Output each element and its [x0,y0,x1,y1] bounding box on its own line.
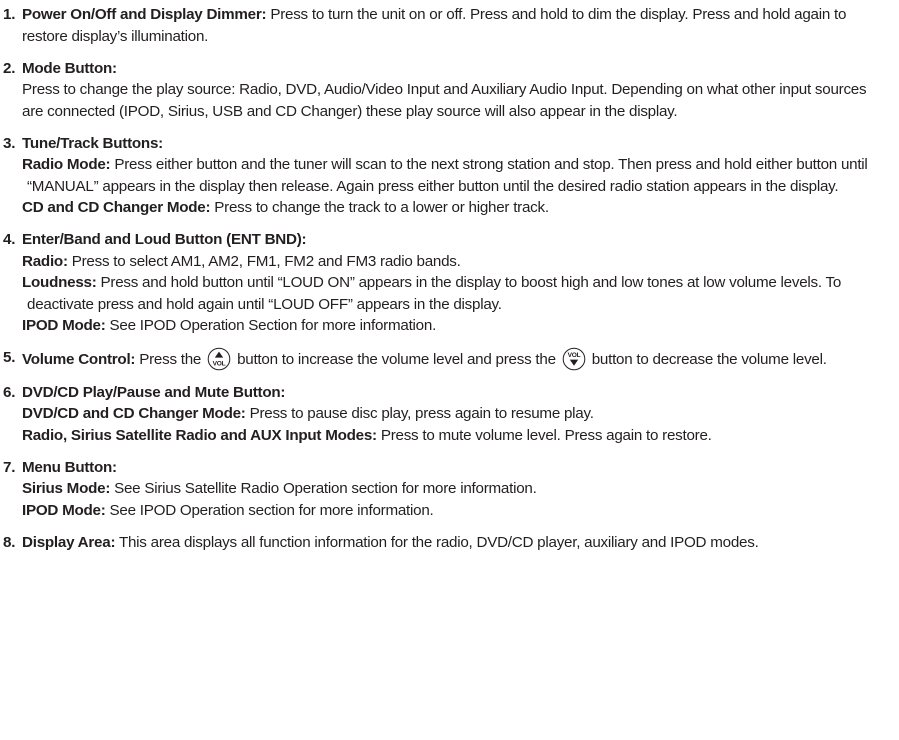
item-number: 2. [3,59,16,77]
sub-paragraph: IPOD Mode: See IPOD Operation section fo… [22,500,883,522]
sub-text: Press to select AM1, AM2, FM1, FM2 and F… [67,252,461,270]
item-title: Power On/Off and Display Dimmer: [22,6,267,23]
volume-down-icon: VOL [562,347,586,371]
sub-paragraph: Sirius Mode: See Sirius Satellite Radio … [22,478,883,500]
sub-text: Press and hold button until “LOUD ON” ap… [27,274,842,313]
list-item: 2. Mode Button: Press to change the play… [3,58,883,123]
item-text: Press the [135,351,206,368]
item-number: 1. [3,6,16,23]
item-text: button to decrease the volume level. [587,351,827,368]
sub-paragraph: Radio Mode: Press either button and the … [22,154,883,197]
item-title: Enter/Band and Loud Button (ENT BND): [22,231,307,248]
sub-text: See IPOD Operation Section for more info… [105,317,437,334]
item-title: Display Area: [22,533,116,551]
vol-label: VOL [567,352,580,359]
item-body: Display Area: This area displays all fun… [22,532,883,554]
sub-text: Press to pause disc play, press again to… [245,405,594,422]
item-text: Press to change the play source: Radio, … [22,81,867,120]
sub-label: IPOD Mode: [22,317,106,334]
manual-page: 1. Power On/Off and Display Dimmer: Pres… [0,0,883,553]
item-title: Tune/Track Buttons: [22,134,163,152]
item-title: Menu Button: [22,458,117,476]
sub-label: Radio, Sirius Satellite Radio and AUX In… [22,426,377,444]
item-number: 8. [3,533,16,551]
list-item: 3. Tune/Track Buttons: Radio Mode: Press… [3,133,883,219]
item-body: Menu Button: Sirius Mode: See Sirius Sat… [22,457,883,522]
sub-text: Press to mute volume level. Press again … [376,426,712,444]
sub-paragraph: Radio, Sirius Satellite Radio and AUX In… [22,425,883,447]
item-text: This area displays all function informat… [115,533,759,551]
sub-label: CD and CD Changer Mode: [22,199,211,216]
item-number: 5. [3,349,16,366]
sub-paragraph: IPOD Mode: See IPOD Operation Section fo… [22,315,883,337]
list-item: 1. Power On/Off and Display Dimmer: Pres… [3,4,883,47]
list-item: 8. Display Area: This area displays all … [3,532,883,554]
sub-label: Radio Mode: [22,156,111,173]
sub-paragraph: DVD/CD and CD Changer Mode: Press to pau… [22,403,883,425]
item-body: Power On/Off and Display Dimmer: Press t… [22,4,883,47]
volume-up-icon: VOL [207,347,231,371]
sub-text: Press to change the track to a lower or … [210,199,549,216]
item-body: Tune/Track Buttons: Radio Mode: Press ei… [22,133,883,219]
item-body: Mode Button: Press to change the play so… [22,58,883,123]
item-number: 3. [3,134,16,152]
sub-text: Press either button and the tuner will s… [27,156,868,195]
sub-label: DVD/CD and CD Changer Mode: [22,405,246,422]
list-item: 4. Enter/Band and Loud Button (ENT BND):… [3,229,883,337]
sub-label: Loudness: [22,274,97,291]
list-item: 7. Menu Button: Sirius Mode: See Sirius … [3,457,883,522]
sub-label: Radio: [22,252,68,270]
sub-label: Sirius Mode: [22,480,111,497]
item-title: DVD/CD Play/Pause and Mute Button: [22,383,286,401]
item-text: button to increase the volume level and … [233,351,560,368]
sub-paragraph: CD and CD Changer Mode: Press to change … [22,197,883,219]
item-body: DVD/CD Play/Pause and Mute Button: DVD/C… [22,382,883,447]
sub-text: See IPOD Operation section for more info… [105,501,434,519]
sub-paragraph: Radio: Press to select AM1, AM2, FM1, FM… [22,251,883,273]
sub-paragraph: Loudness: Press and hold button until “L… [22,272,883,315]
sub-label: IPOD Mode: [22,501,106,519]
item-number: 4. [3,231,16,248]
vol-label: VOL [213,361,226,368]
item-body: Enter/Band and Loud Button (ENT BND): Ra… [22,229,883,337]
item-number: 6. [3,383,16,401]
item-title: Mode Button: [22,59,117,77]
list-item: 6. DVD/CD Play/Pause and Mute Button: DV… [3,382,883,447]
item-number: 7. [3,458,16,476]
item-body: Volume Control: Press the VOL button to … [22,347,883,371]
sub-text: See Sirius Satellite Radio Operation sec… [110,480,537,497]
item-title: Volume Control: [22,351,136,368]
list-item: 5. Volume Control: Press the VOL button … [3,347,883,371]
